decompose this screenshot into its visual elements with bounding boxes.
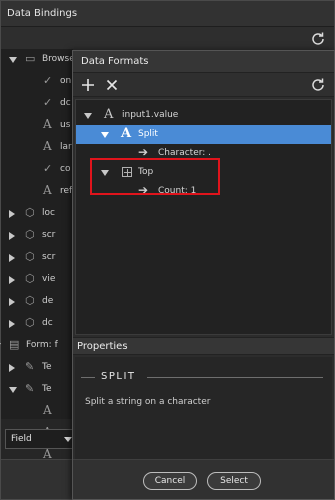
binding-label: us [60, 120, 71, 130]
properties-panel: SPLIT Split a string on a character [75, 357, 332, 459]
chevron-right-icon[interactable] [9, 276, 15, 284]
tree-node-label: Character: . [158, 148, 212, 158]
section-title: SPLIT [101, 371, 136, 382]
check-icon: ✓ [43, 74, 53, 87]
section-divider [147, 377, 323, 378]
tree-node-label: input1.value [122, 110, 179, 120]
binding-row[interactable]: A [1, 401, 73, 423]
chevron-right-icon[interactable] [9, 210, 15, 218]
pencil-icon: ✎ [25, 382, 35, 395]
add-format-button[interactable] [79, 76, 97, 94]
data-formats-toolbar [73, 73, 334, 97]
chevron-right-icon[interactable] [9, 320, 15, 328]
chevron-right-icon[interactable] [9, 232, 15, 240]
cube-icon: ⬡ [25, 272, 35, 285]
binding-type-value: Field [11, 434, 32, 444]
data-formats-title: Data Formats [73, 51, 334, 73]
binding-label: vie [42, 274, 56, 284]
refresh-icon[interactable] [310, 31, 326, 47]
binding-row[interactable]: ✓ dc [1, 93, 73, 115]
binding-label: Te [42, 362, 52, 372]
chevron-right-icon[interactable] [9, 298, 15, 306]
binding-row[interactable]: Aus [1, 115, 73, 137]
binding-row[interactable]: ▤ Form: f [0, 335, 73, 357]
chevron-down-icon [64, 437, 72, 442]
text-icon: A [43, 403, 52, 417]
check-icon: ✓ [43, 96, 53, 109]
chevron-down-icon[interactable] [101, 132, 109, 138]
format-description: Split a string on a character [85, 397, 211, 407]
formats-tree: A input1.value A Split ➔ Character: . To… [75, 99, 332, 335]
binding-row[interactable]: ⬡ scr [1, 225, 73, 247]
chevron-down-icon[interactable] [9, 387, 17, 393]
cube-icon: ⬡ [25, 228, 35, 241]
tree-node-input-value[interactable]: A input1.value [76, 106, 331, 125]
remove-format-button[interactable] [103, 76, 121, 94]
tree-node-split[interactable]: A Split [76, 125, 331, 144]
data-bindings-toolbar [1, 27, 334, 51]
select-button[interactable]: Select [207, 472, 261, 490]
pencil-icon: ✎ [25, 360, 35, 373]
check-icon: ✓ [43, 162, 53, 175]
binding-type-select[interactable]: Field [5, 429, 77, 449]
binding-label: on [60, 76, 72, 86]
binding-label: scr [42, 230, 56, 240]
binding-row[interactable]: ⬡ de [1, 291, 73, 313]
binding-label: dc [42, 318, 53, 328]
data-formats-dialog: Data Formats A input1.value A Split ➔ Ch… [72, 50, 335, 500]
binding-row[interactable]: ⬡ loc [1, 203, 73, 225]
binding-row[interactable]: ⬡ vie [1, 269, 73, 291]
binding-row[interactable]: ✓ co [1, 159, 73, 181]
binding-row[interactable]: ⬡ scr [1, 247, 73, 269]
text-icon: A [43, 139, 52, 153]
binding-label: co [60, 164, 71, 174]
binding-label: Form: f [26, 340, 58, 350]
cube-icon: ⬡ [25, 294, 35, 307]
binding-label: Te [42, 384, 52, 394]
section-divider [81, 377, 95, 378]
binding-label: loc [42, 208, 55, 218]
binding-row[interactable]: ⬡ dc [1, 313, 73, 335]
binding-label: dc [60, 98, 71, 108]
cube-icon: ⬡ [25, 250, 35, 263]
binding-row[interactable]: ✎ Te [1, 357, 73, 379]
tree-node-label: Split [138, 129, 158, 139]
properties-header: Properties [73, 337, 334, 355]
chevron-down-icon[interactable] [9, 57, 17, 63]
text-format-icon: A [104, 107, 114, 122]
plus-icon [82, 79, 94, 91]
document-icon: ▤ [9, 338, 20, 351]
binding-row[interactable]: Alar [1, 137, 73, 159]
binding-row[interactable]: ✓ on [1, 71, 73, 93]
binding-row[interactable]: Aref [1, 181, 73, 203]
chevron-right-icon[interactable] [9, 254, 15, 262]
binding-label: ref [60, 186, 73, 196]
binding-row[interactable]: ✎ Te [1, 379, 73, 401]
text-format-icon: A [121, 126, 132, 141]
close-icon [106, 79, 118, 91]
cube-icon: ⬡ [25, 316, 35, 329]
data-bindings-title: Data Bindings [1, 1, 334, 27]
chevron-right-icon[interactable] [9, 364, 15, 372]
cancel-button[interactable]: Cancel [143, 472, 197, 490]
arrow-right-icon: ➔ [138, 145, 149, 159]
chevron-down-icon[interactable] [84, 113, 92, 119]
binding-label: scr [42, 252, 56, 262]
binding-label: Browse [42, 54, 75, 64]
binding-label: de [42, 296, 54, 306]
refresh-icon[interactable] [310, 77, 326, 93]
text-icon: A [43, 117, 52, 131]
window-icon: ▭ [25, 52, 36, 65]
binding-label: lar [60, 142, 72, 152]
cube-icon: ⬡ [25, 206, 35, 219]
dialog-footer: Cancel Select [73, 459, 334, 499]
bindings-tree: ▭ Browse ✓ on ✓ dc Aus Alar ✓ co Aref ⬡ loc ⬡ scr ⬡ scr ⬡… [0, 49, 75, 461]
highlight-box [90, 158, 220, 195]
text-icon: A [43, 183, 52, 197]
binding-row[interactable]: ▭ Browse [1, 49, 75, 71]
chevron-down-icon[interactable] [0, 343, 1, 349]
